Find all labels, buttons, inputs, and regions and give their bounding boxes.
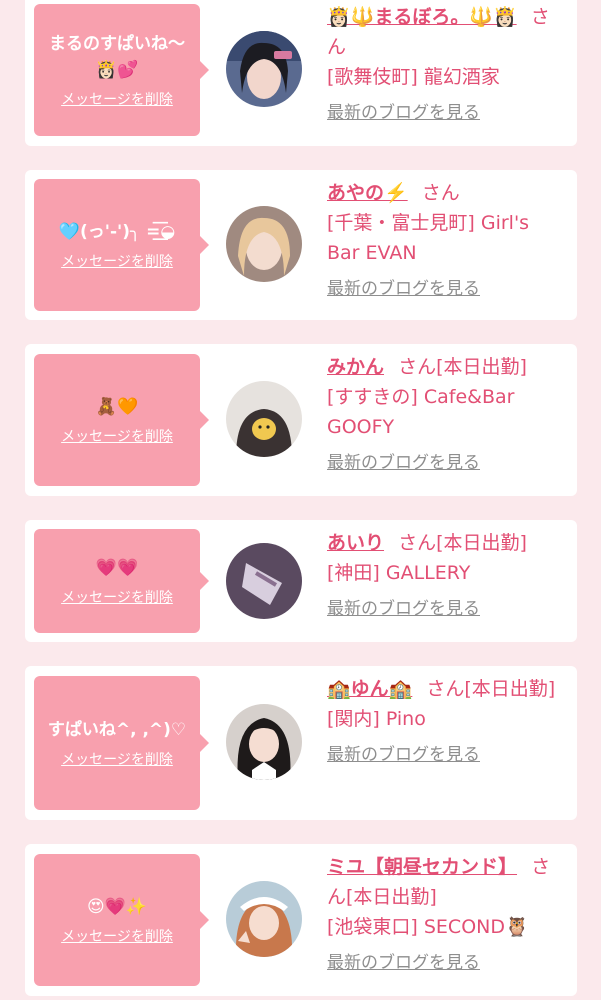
avatar[interactable]: [226, 881, 302, 957]
message-bubble: まるのすぱいね〜👸🏻💕 メッセージを削除: [34, 4, 209, 136]
avatar[interactable]: [226, 704, 302, 780]
cast-name-link[interactable]: 🏫ゆん🏫: [327, 678, 412, 700]
delete-message-link[interactable]: メッセージを削除: [61, 89, 173, 109]
delete-message-link[interactable]: メッセージを削除: [61, 426, 173, 446]
cast-name-link[interactable]: みかん: [327, 356, 384, 378]
message-bubble: 🩵(っ'-')╮ =͟͟͞͞◒ メッセージを削除: [34, 179, 209, 311]
cast-name-link[interactable]: 👸🏻🔱まるぼろ。🔱👸🏻: [327, 6, 517, 28]
cast-name-link[interactable]: ミユ【朝昼セカンド】: [327, 856, 517, 878]
shop-name: [池袋東口] SECOND🦉: [327, 916, 529, 938]
delete-message-link[interactable]: メッセージを削除: [61, 587, 173, 607]
avatar-image: [226, 31, 302, 107]
delete-message-link[interactable]: メッセージを削除: [61, 926, 173, 946]
avatar[interactable]: [226, 206, 302, 282]
message-bubble: 💗💗 メッセージを削除: [34, 529, 209, 633]
list-item: すぱいね^, ,^)♡ メッセージを削除 🏫ゆん🏫 さん[本日出勤] [関内] …: [25, 666, 577, 820]
avatar[interactable]: [226, 31, 302, 107]
work-status: [本日出勤]: [436, 356, 527, 378]
latest-blog-link[interactable]: 最新のブログを見る: [327, 740, 480, 770]
work-status: [本日出勤]: [346, 886, 437, 908]
latest-blog-link[interactable]: 最新のブログを見る: [327, 274, 480, 304]
honorific: さん: [421, 182, 460, 204]
list-item: 🧸🧡 メッセージを削除 みかん さん[本日出勤] [すすきの] Cafe&Bar…: [25, 344, 577, 496]
avatar[interactable]: [226, 543, 302, 619]
work-status: [本日出勤]: [464, 678, 556, 700]
message-bubble: 😍💗✨ メッセージを削除: [34, 854, 209, 986]
list-item: 😍💗✨ メッセージを削除 ミユ【朝昼セカンド】 さん[本日出勤] [池袋東口] …: [25, 844, 577, 996]
avatar-image: [226, 543, 302, 619]
message-text: 🩵(っ'-')╮ =͟͟͞͞◒: [58, 222, 176, 242]
message-text: 😍💗✨: [86, 897, 148, 917]
shop-name: [神田] GALLERY: [327, 562, 471, 584]
latest-blog-link[interactable]: 最新のブログを見る: [327, 448, 480, 478]
honorific: さん: [426, 678, 465, 700]
honorific: さん: [398, 356, 437, 378]
delete-message-link[interactable]: メッセージを削除: [61, 749, 173, 769]
delete-message-link[interactable]: メッセージを削除: [61, 251, 173, 271]
list-item: 🩵(っ'-')╮ =͟͟͞͞◒ メッセージを削除 あやの⚡️ さん [千葉・富士…: [25, 170, 577, 320]
latest-blog-link[interactable]: 最新のブログを見る: [327, 594, 480, 624]
latest-blog-link[interactable]: 最新のブログを見る: [327, 948, 480, 978]
work-status: [本日出勤]: [436, 532, 527, 554]
avatar-image: [226, 206, 302, 282]
message-text: 💗💗: [95, 558, 139, 578]
shop-name: [すすきの] Cafe&Bar GOOFY: [327, 386, 515, 438]
avatar-image: [226, 881, 302, 957]
list-item: まるのすぱいね〜👸🏻💕 メッセージを削除 👸🏻🔱まるぼろ。🔱👸🏻 さん [歌舞伎…: [25, 0, 577, 146]
cast-name-link[interactable]: あいり: [327, 532, 384, 554]
avatar-image: [226, 704, 302, 780]
cast-name-link[interactable]: あやの⚡️: [327, 182, 408, 204]
message-list: まるのすぱいね〜👸🏻💕 メッセージを削除 👸🏻🔱まるぼろ。🔱👸🏻 さん [歌舞伎…: [0, 0, 601, 1000]
honorific: さん: [398, 532, 437, 554]
message-text: 🧸🧡: [95, 397, 139, 417]
shop-name: [関内] Pino: [327, 708, 426, 730]
message-text: まるのすぱいね〜👸🏻💕: [49, 34, 185, 80]
latest-blog-link[interactable]: 最新のブログを見る: [327, 98, 480, 128]
shop-name: [千葉・富士見町] Girl's Bar EVAN: [327, 212, 530, 264]
avatar-image: [226, 381, 302, 457]
avatar[interactable]: [226, 381, 302, 457]
message-bubble: 🧸🧡 メッセージを削除: [34, 354, 209, 486]
shop-name: [歌舞伎町] 龍幻酒家: [327, 66, 500, 88]
message-text: すぱいね^, ,^)♡: [47, 720, 187, 740]
message-bubble: すぱいね^, ,^)♡ メッセージを削除: [34, 676, 209, 810]
list-item: 💗💗 メッセージを削除 あいり さん[本日出勤] [神田] GALLERY 最新…: [25, 520, 577, 642]
